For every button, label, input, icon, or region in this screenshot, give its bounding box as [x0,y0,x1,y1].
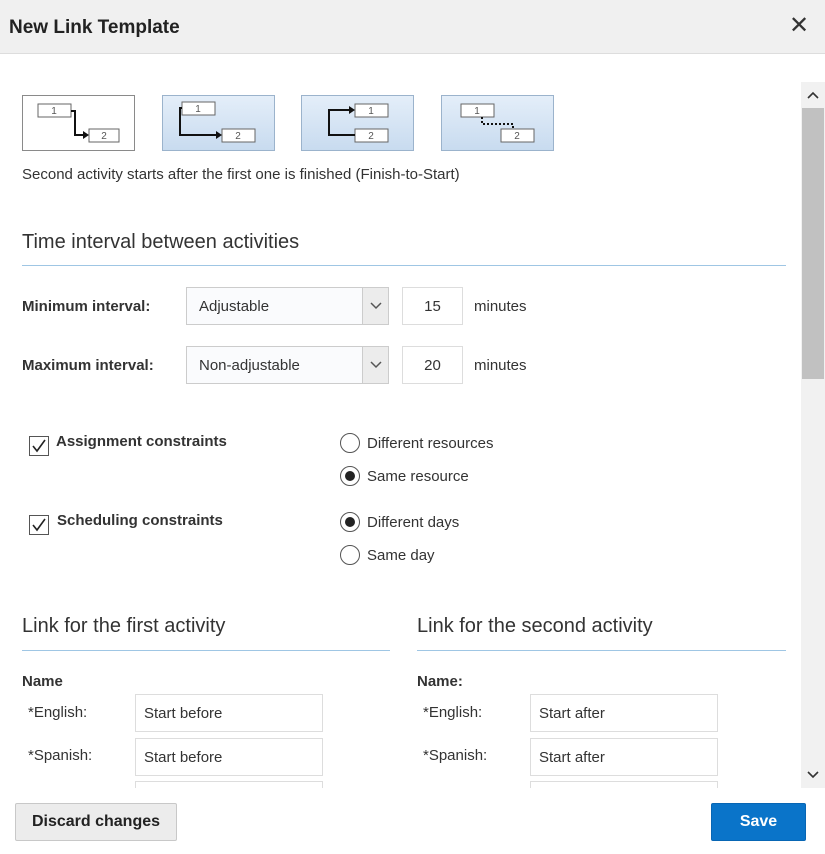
discard-changes-button[interactable]: Discard changes [15,803,177,841]
radio-label-different-days: Different days [367,514,460,531]
assignment-constraints-checkbox[interactable] [29,436,49,456]
scroll-up-icon[interactable] [801,82,825,108]
box1-label: 1 [51,106,57,117]
scroll-down-icon[interactable] [801,762,825,788]
start-to-finish-icon: 1 2 [179,101,256,143]
link-type-start-to-finish[interactable]: 1 2 [162,95,275,151]
scheduling-constraints-checkbox[interactable] [29,515,49,535]
radio-different-resources[interactable] [340,433,360,453]
box2-label: 2 [235,131,241,142]
second-link-name-heading: Name: [417,673,463,690]
box2-label: 2 [514,131,520,142]
maximum-interval-label: Maximum interval: [22,357,154,374]
second-link-title: Link for the second activity [417,615,653,637]
first-link-spanish-label: *Spanish: [28,747,93,764]
minimum-interval-value: Adjustable [199,298,270,315]
radio-same-day[interactable] [340,545,360,565]
box2-label: 2 [368,131,374,142]
maximum-interval-value: Non-adjustable [199,357,300,374]
box1-label: 1 [368,106,374,117]
second-link-english-label: *English: [423,704,483,721]
box1-label: 1 [195,104,201,115]
link-type-finish-to-start[interactable]: 1 2 [22,95,135,151]
minimum-interval-input[interactable] [402,287,463,325]
section-divider [22,650,390,651]
vertical-scrollbar[interactable] [801,82,825,788]
dialog-title: New Link Template [9,17,180,38]
maximum-interval-unit: minutes [474,357,527,374]
first-link-next-input[interactable] [135,781,323,788]
section-divider [417,650,786,651]
simultaneous-icon: 1 2 [460,103,535,143]
box2-label: 2 [101,131,107,142]
minimum-interval-unit: minutes [474,298,527,315]
finish-to-start-icon: 1 2 [37,103,120,143]
minimum-interval-select[interactable]: Adjustable [186,287,389,325]
start-to-start-icon: 1 2 [328,103,389,143]
first-link-english-input[interactable] [135,694,323,732]
close-icon[interactable]: ✕ [786,12,812,40]
second-link-next-input[interactable] [530,781,718,788]
dialog-header: New Link Template ✕ [0,0,825,54]
chevron-down-icon [362,347,388,383]
second-link-english-input[interactable] [530,694,718,732]
second-link-spanish-input[interactable] [530,738,718,776]
second-link-spanish-label: *Spanish: [423,747,488,764]
assignment-constraints-label: Assignment constraints [56,433,227,450]
save-button[interactable]: Save [711,803,806,841]
minimum-interval-label: Minimum interval: [22,298,151,315]
radio-label-different-resources: Different resources [367,435,494,452]
maximum-interval-select[interactable]: Non-adjustable [186,346,389,384]
link-type-start-to-start[interactable]: 1 2 [301,95,414,151]
first-link-english-label: *English: [28,704,88,721]
scheduling-constraints-label: Scheduling constraints [57,512,223,529]
radio-different-days[interactable] [340,512,360,532]
radio-same-resource[interactable] [340,466,360,486]
link-type-description: Second activity starts after the first o… [22,166,460,183]
maximum-interval-input[interactable] [402,346,463,384]
radio-label-same-day: Same day [367,547,435,564]
scrollbar-thumb[interactable] [802,108,824,379]
checkmark-icon [32,439,46,453]
chevron-down-icon [362,288,388,324]
dialog-footer: Discard changes Save [0,788,825,854]
first-link-spanish-input[interactable] [135,738,323,776]
checkmark-icon [32,518,46,532]
time-interval-title: Time interval between activities [22,231,300,253]
first-link-name-heading: Name [22,673,63,690]
link-type-simultaneous[interactable]: 1 2 [441,95,554,151]
dialog-content: 1 2 1 2 1 2 1 2 Second activity starts a… [0,55,801,788]
section-divider [22,265,786,266]
box1-label: 1 [474,106,480,117]
radio-label-same-resource: Same resource [367,468,469,485]
first-link-title: Link for the first activity [22,615,226,637]
